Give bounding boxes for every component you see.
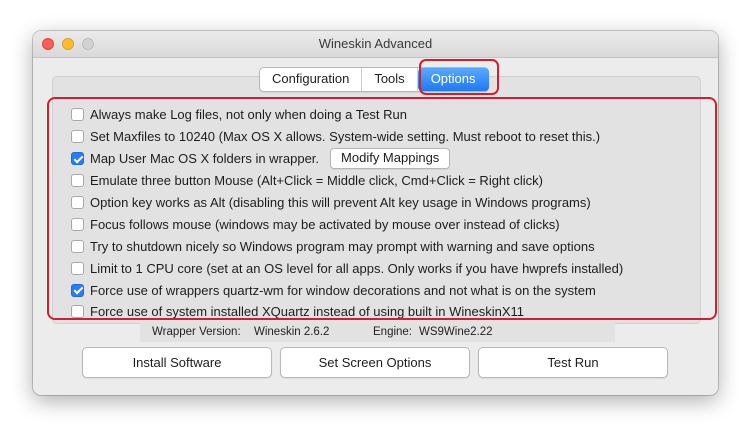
window-title: Wineskin Advanced	[318, 36, 433, 51]
title-bar: Wineskin Advanced	[33, 31, 718, 58]
engine-label: Engine:	[373, 326, 413, 338]
options-list-highlight	[47, 97, 717, 320]
set-screen-options-button[interactable]: Set Screen Options	[280, 347, 470, 378]
wineskin-window: Wineskin Advanced Configuration Tools Op…	[33, 31, 718, 395]
wrapper-version-value: Wineskin 2.6.2	[254, 326, 330, 338]
tab-configuration[interactable]: Configuration	[260, 68, 363, 91]
wrapper-version-label: Wrapper Version:	[152, 326, 241, 338]
tab-tools[interactable]: Tools	[362, 68, 418, 91]
options-tab-highlight	[419, 59, 499, 95]
test-run-button[interactable]: Test Run	[478, 347, 668, 378]
engine-value: WS9Wine2.22	[419, 326, 493, 338]
install-software-button[interactable]: Install Software	[82, 347, 272, 378]
version-info: Wrapper Version: Wineskin 2.6.2 Engine: …	[140, 322, 615, 342]
